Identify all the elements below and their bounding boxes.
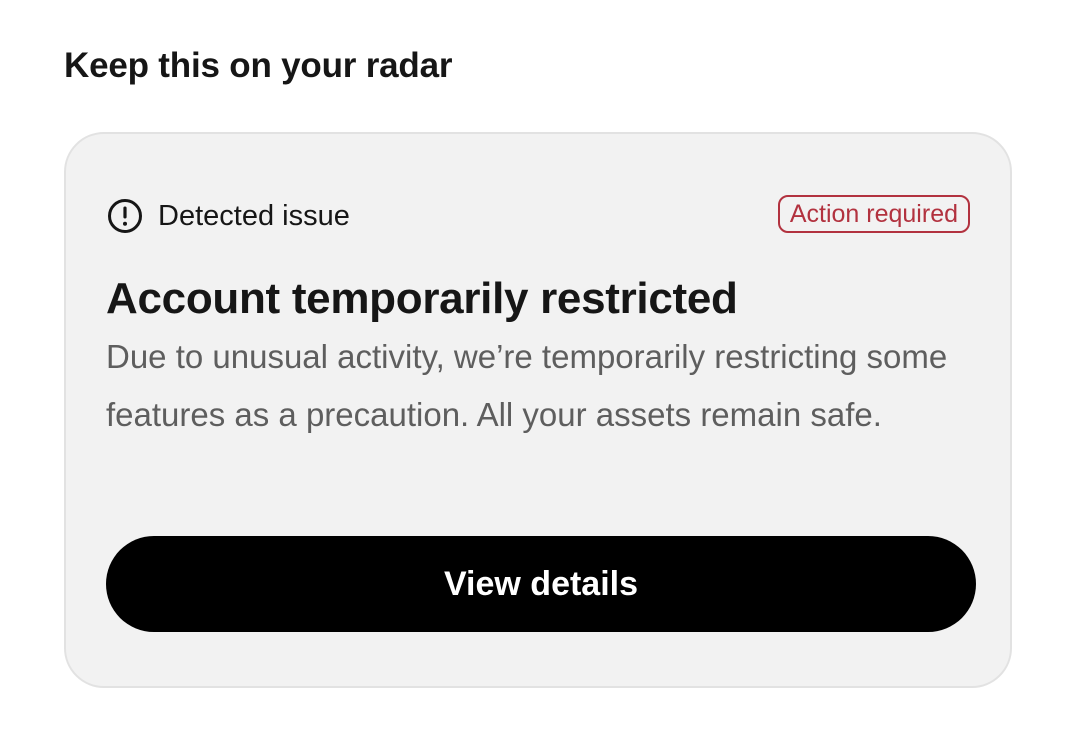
action-required-badge: Action required [777, 195, 970, 233]
detected-issue-label: Detected issue [106, 194, 350, 238]
issue-card: Detected issue Action required Account t… [64, 132, 1012, 688]
card-title: Account temporarily restricted [106, 274, 738, 323]
section-title: Keep this on your radar [64, 46, 453, 85]
card-header: Detected issue Action required [106, 194, 970, 238]
card-description: Due to unusual activity, we’re temporari… [106, 338, 948, 433]
alert-circle-icon [106, 197, 144, 235]
detected-issue-text: Detected issue [158, 200, 350, 232]
view-details-button[interactable]: View details [106, 536, 976, 632]
